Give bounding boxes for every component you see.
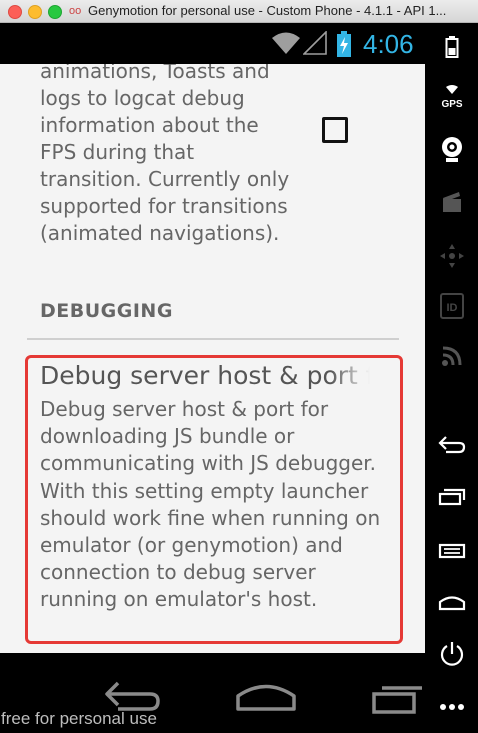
- genymotion-sidebar: GPS ID: [425, 23, 478, 733]
- minimize-window-button[interactable]: [28, 5, 42, 19]
- battery-icon[interactable]: [425, 36, 478, 58]
- maximize-window-button[interactable]: [48, 5, 62, 19]
- genymotion-app-icon: oo: [69, 5, 82, 17]
- window-titlebar: oo Genymotion for personal use - Custom …: [0, 0, 478, 23]
- clapperboard-icon[interactable]: [425, 191, 478, 213]
- recent-apps-icon[interactable]: [370, 685, 425, 715]
- id-label: ID: [446, 302, 457, 314]
- home-icon[interactable]: [234, 679, 298, 713]
- webcam-icon[interactable]: [425, 136, 478, 164]
- back-icon[interactable]: [104, 680, 162, 712]
- settings-content[interactable]: animations, Toasts and logs to logcat de…: [0, 64, 425, 653]
- dpad-icon[interactable]: [425, 243, 478, 269]
- close-window-button[interactable]: [8, 5, 22, 19]
- battery-charging-icon: [337, 31, 351, 57]
- wifi-icon: [272, 32, 300, 54]
- recent-apps-icon[interactable]: [425, 488, 478, 506]
- android-status-bar: [0, 23, 425, 64]
- highlight-box: [25, 355, 403, 644]
- menu-icon[interactable]: [425, 541, 478, 561]
- status-clock: 4:06: [363, 29, 414, 59]
- home-icon[interactable]: [425, 593, 478, 611]
- window-title: Genymotion for personal use - Custom Pho…: [88, 3, 447, 18]
- previous-pref-summary: animations, Toasts and logs to logcat de…: [40, 64, 290, 245]
- gps-icon[interactable]: GPS: [425, 84, 478, 110]
- signal-icon: [303, 31, 327, 55]
- power-icon[interactable]: [425, 640, 478, 668]
- fps-debug-checkbox[interactable]: [322, 117, 348, 143]
- more-icon[interactable]: [425, 703, 478, 711]
- category-divider: [27, 338, 399, 340]
- rss-icon[interactable]: [425, 345, 478, 367]
- watermark-text: free for personal use: [1, 709, 157, 728]
- gps-label: GPS: [441, 99, 462, 110]
- back-icon[interactable]: [425, 435, 478, 455]
- category-header-debugging: DEBUGGING: [40, 300, 173, 322]
- id-icon[interactable]: ID: [425, 293, 478, 319]
